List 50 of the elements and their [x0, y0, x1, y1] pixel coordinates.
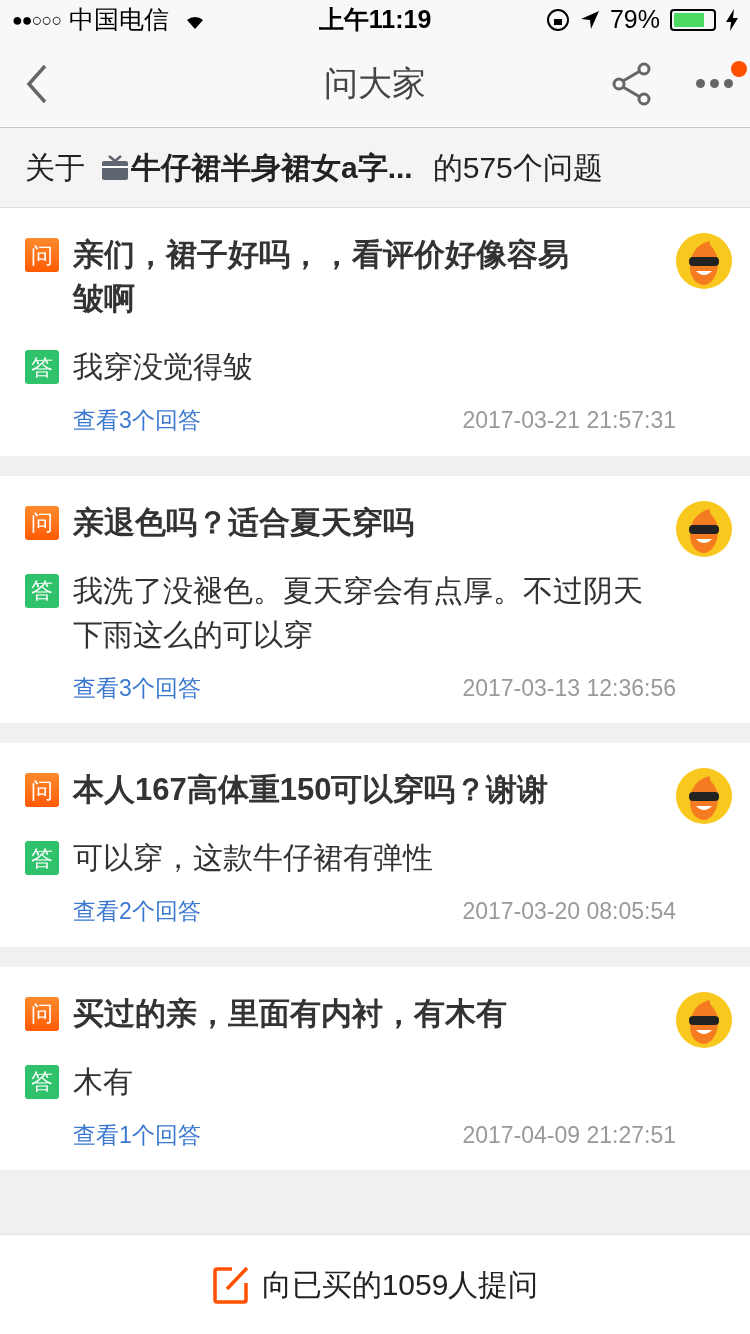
mascot-avatar-icon — [676, 768, 732, 824]
more-icon[interactable] — [696, 79, 733, 88]
battery-percent: 79% — [609, 4, 660, 36]
location-arrow-icon — [579, 10, 600, 30]
answer-badge: 答 — [25, 350, 59, 384]
timestamp: 2017-03-13 12:36:56 — [462, 673, 676, 703]
answer-badge: 答 — [25, 841, 59, 875]
gift-icon — [101, 154, 129, 181]
signal-indicator: ●●○○○ — [12, 8, 62, 32]
timestamp: 2017-03-21 21:57:31 — [462, 406, 676, 435]
charging-bolt-icon — [726, 9, 738, 31]
product-name[interactable]: 牛仔裙半身裙女a字... — [131, 145, 413, 190]
timestamp: 2017-03-20 08:05:54 — [462, 897, 676, 926]
question-text: 亲们，裙子好吗，，看评价好像容易皱啊 — [73, 236, 570, 318]
mascot-avatar-icon — [676, 500, 732, 557]
question-text: 买过的亲，里面有内衬，有木有 — [73, 994, 507, 1033]
view-answers-link[interactable]: 查看3个回答 — [73, 670, 201, 705]
rotation-lock-icon — [545, 8, 570, 32]
answer-text: 木有 — [73, 1063, 133, 1100]
carrier-name: 中国电信 — [69, 4, 170, 36]
summary-count: 的575个问题 — [432, 150, 603, 186]
question-badge: 问 — [25, 996, 59, 1031]
question-card[interactable]: 问 亲们，裙子好吗，，看评价好像容易皱啊 答 我穿没觉得皱 查看3个回答 2017-03-21 21:57:31 — [0, 208, 750, 456]
answer-text: 可以穿，这款牛仔裙有弹性 — [73, 840, 433, 876]
question-card[interactable]: 问 亲退色吗？适合夏天穿吗 答 我洗了没褪色。夏天穿会有点厚。不过阴天下雨这么的可以穿 查看3个回答 2017-03-13 12:36:56 — [0, 475, 750, 723]
answer-text: 我洗了没褪色。夏天穿会有点厚。不过阴天下雨这么的可以穿 — [73, 572, 644, 653]
summary-prefix: 关于 — [25, 150, 85, 186]
question-card[interactable]: 问 买过的亲，里面有内衬，有木有 答 木有 查看1个回答 2017-04-09 21:27:51 — [0, 966, 750, 1170]
answer-text: 我穿没觉得皱 — [73, 349, 253, 385]
question-text: 本人167高体重150可以穿吗？谢谢 — [73, 771, 549, 809]
view-answers-link[interactable]: 查看1个回答 — [73, 1117, 201, 1152]
mascot-avatar-icon — [676, 991, 732, 1048]
question-badge: 问 — [25, 238, 59, 272]
question-badge: 问 — [25, 505, 59, 540]
answer-badge: 答 — [25, 1064, 59, 1099]
view-answers-link[interactable]: 查看3个回答 — [73, 403, 201, 438]
question-card[interactable]: 问 本人167高体重150可以穿吗？谢谢 答 可以穿，这款牛仔裙有弹性 查看2个回答 2017-03-20 08:05:54 — [0, 743, 750, 947]
ask-question-button[interactable]: 向已买的1059人提问 — [211, 1262, 539, 1307]
question-text: 亲退色吗？适合夏天穿吗 — [73, 503, 414, 542]
view-answers-link[interactable]: 查看2个回答 — [73, 894, 201, 929]
question-badge: 问 — [25, 773, 59, 807]
page-title: 问大家 — [324, 63, 426, 104]
edit-icon — [211, 1264, 250, 1305]
answer-badge: 答 — [25, 573, 59, 608]
share-icon[interactable] — [612, 61, 652, 106]
timestamp: 2017-04-09 21:27:51 — [462, 1120, 676, 1150]
back-icon[interactable] — [25, 63, 49, 104]
clock: 上午11:19 — [318, 4, 432, 36]
mascot-avatar-icon — [676, 233, 732, 289]
battery-icon — [670, 9, 716, 31]
